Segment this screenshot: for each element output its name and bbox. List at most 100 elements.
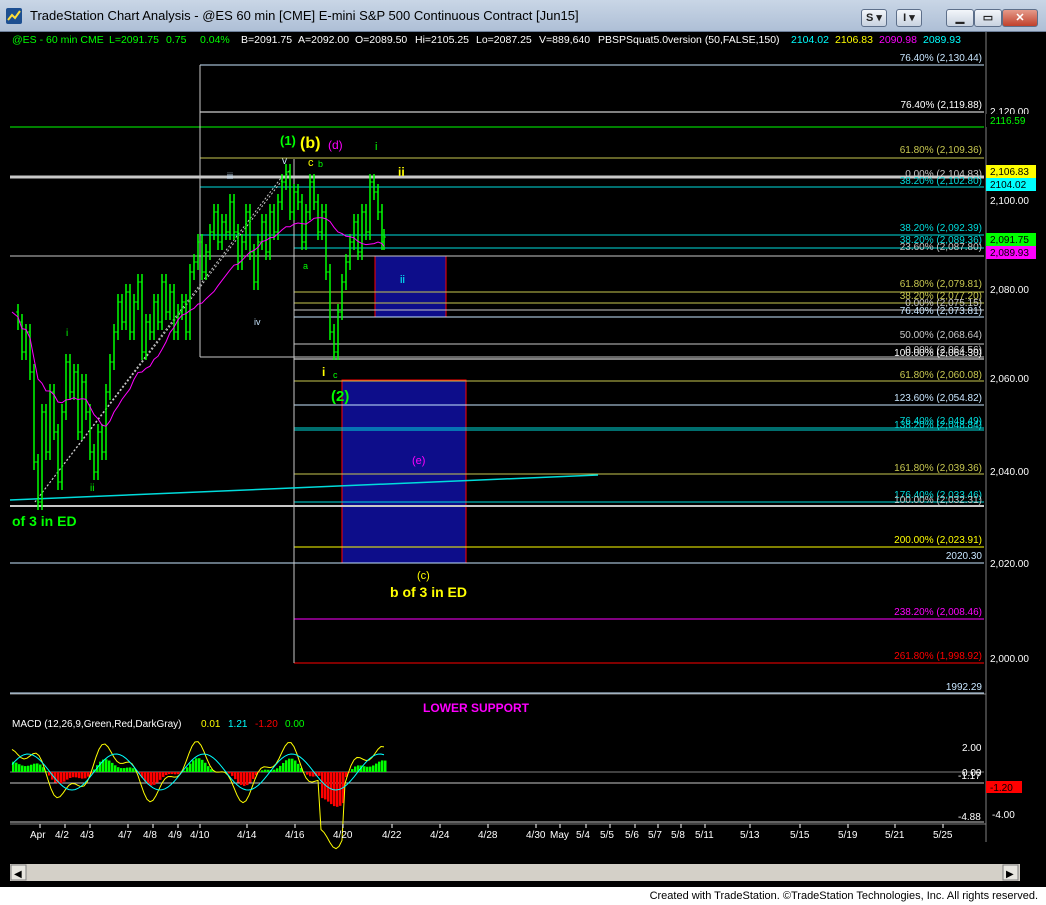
- fib-level-label: 38.20% (2,102.80): [900, 176, 982, 187]
- time-axis-label: 4/20: [333, 830, 353, 841]
- time-axis-label: 4/24: [430, 830, 450, 841]
- window-title: TradeStation Chart Analysis - @ES 60 min…: [30, 8, 579, 23]
- chart-area[interactable]: @ES - 60 min CME L=2091.75 0.75 0.04% B=…: [0, 32, 1046, 887]
- maximize-button[interactable]: ▭: [974, 9, 1002, 27]
- fib-level-label: 61.80% (2,109.36): [900, 145, 982, 156]
- macd-axis-label: 2.00: [962, 743, 982, 754]
- time-axis-label: 4/10: [190, 830, 210, 841]
- indicator-value-1: 2104.02: [791, 34, 829, 46]
- price-axis-label: 2,000.00: [990, 654, 1029, 665]
- wave-label: iv: [254, 317, 261, 327]
- dropdown-arrow-icon: ▾: [873, 12, 882, 24]
- chart-background: [0, 32, 1046, 887]
- blue-target-box-small[interactable]: [374, 255, 447, 318]
- fib-level-label: 76.40% (2,073.81): [900, 306, 982, 317]
- macd-value-3: -1.20: [255, 719, 278, 730]
- close-icon: ✕: [1015, 12, 1025, 24]
- scroll-right-icon: ▶: [1006, 869, 1014, 880]
- i-button[interactable]: I ▾: [896, 9, 922, 27]
- fib-level-label: 2020.30: [946, 551, 983, 562]
- price-axis-label: 2,080.00: [990, 285, 1029, 296]
- macd-value-1: 0.01: [201, 719, 221, 730]
- wave-label: b: [318, 159, 323, 169]
- wave-label: (d): [328, 138, 343, 152]
- wave-label: iii: [227, 171, 233, 181]
- macd-axis-label: -4.00: [992, 810, 1015, 821]
- header-open: O=2089.50: [355, 34, 407, 46]
- indicator-value-2: 2106.83: [835, 34, 873, 46]
- price-axis-label: 2,020.00: [990, 559, 1029, 570]
- time-axis-label: 4/8: [143, 830, 157, 841]
- indicator-value-4: 2089.93: [923, 34, 961, 46]
- wave-label: (e): [412, 455, 425, 467]
- wave-label: i: [66, 328, 68, 339]
- time-axis-label: 4/2: [55, 830, 69, 841]
- price-tag-2089: 2,089.93: [990, 248, 1029, 259]
- header-symbol: @ES - 60 min CME: [12, 34, 104, 46]
- fib-level-label: 76.40% (2,130.44): [900, 53, 982, 64]
- fib-level-label: 200.00% (2,023.91): [894, 535, 982, 546]
- fib-level-label: 76.40% (2,119.88): [900, 100, 982, 111]
- time-axis-label: 4/7: [118, 830, 132, 841]
- header-change: 0.75: [166, 34, 187, 46]
- dropdown-arrow-icon: ▾: [906, 12, 915, 24]
- header-volume: V=889,640: [539, 34, 590, 46]
- blue-target-box-large[interactable]: [341, 379, 467, 564]
- header-last: L=2091.75: [109, 34, 159, 46]
- minimize-icon: ▁: [955, 12, 965, 24]
- horizontal-scrollbar[interactable]: [10, 864, 1020, 881]
- macd-title: MACD (12,26,9,Green,Red,DarkGray): [12, 719, 182, 730]
- fib-level-label: 61.80% (2,079.81): [900, 279, 982, 290]
- wave-label: c: [308, 157, 314, 169]
- time-axis-label: 5/11: [695, 830, 714, 841]
- time-axis-label: 5/21: [885, 830, 905, 841]
- chart-canvas[interactable]: @ES - 60 min CME L=2091.75 0.75 0.04% B=…: [0, 32, 1046, 887]
- wave-label: (1): [280, 133, 296, 148]
- time-axis-label: 4/16: [285, 830, 305, 841]
- header-indicator: PBSPSquat5.0version (50,FALSE,150): [598, 34, 780, 46]
- price-axis-label: 2,040.00: [990, 467, 1029, 478]
- time-axis-label: 5/6: [625, 830, 639, 841]
- indicator-value-3: 2090.98: [879, 34, 917, 46]
- time-axis-label: 4/14: [237, 830, 257, 841]
- time-axis-label: 5/25: [933, 830, 953, 841]
- minimize-button[interactable]: ▁: [946, 9, 974, 27]
- macd-axis-label: -1.17: [958, 771, 981, 782]
- fib-level-label: 123.60% (2,054.82): [894, 393, 982, 404]
- wave-label: ii: [90, 483, 94, 494]
- fib-level-label: 23.60% (2,087.80): [900, 242, 982, 253]
- wave-label: ii: [398, 165, 405, 179]
- time-axis-label: 4/30: [526, 830, 546, 841]
- wave-label: c: [333, 370, 338, 380]
- wave-label: of 3 in ED: [12, 513, 77, 529]
- macd-axis-label: -4.88: [958, 812, 981, 823]
- close-button[interactable]: ✕: [1002, 9, 1038, 27]
- title-bar: TradeStation Chart Analysis - @ES 60 min…: [0, 0, 1046, 32]
- time-axis-label: 5/7: [648, 830, 662, 841]
- time-axis-label: 5/13: [740, 830, 760, 841]
- time-axis-label: Apr: [30, 830, 46, 841]
- macd-tag: -1.20: [990, 783, 1013, 794]
- fib-level-label: 50.00% (2,068.64): [900, 330, 982, 341]
- price-axis-label: 2,100.00: [990, 196, 1029, 207]
- s-button[interactable]: S ▾: [861, 9, 887, 27]
- macd-header: MACD (12,26,9,Green,Red,DarkGray) 0.01 1…: [12, 719, 305, 730]
- copyright-footer: Created with TradeStation. ©TradeStation…: [649, 890, 1038, 902]
- lower-support-label: LOWER SUPPORT: [423, 701, 530, 715]
- fib-level-label: 261.80% (1,998.92): [894, 651, 982, 662]
- time-axis-label: May: [550, 830, 569, 841]
- tradestation-app-icon: [6, 8, 22, 24]
- header-ask: A=2092.00: [298, 34, 349, 46]
- header-readout: @ES - 60 min CME L=2091.75 0.75 0.04% B=…: [12, 34, 961, 46]
- wave-label: b of 3 in ED: [390, 584, 467, 600]
- wave-label: (b): [300, 135, 320, 152]
- price-tag-2091: 2,091.75: [990, 235, 1029, 246]
- maximize-icon: ▭: [982, 12, 994, 24]
- fib-level-label: 100.00% (2,032.31): [894, 495, 982, 506]
- macd-value-4: 0.00: [285, 719, 305, 730]
- fib-level-label: 100.00% (2,064.30): [894, 348, 982, 359]
- time-axis-label: 4/22: [382, 830, 402, 841]
- time-axis-label: 4/9: [168, 830, 182, 841]
- fib-level-label: 238.20% (2,008.46): [894, 607, 982, 618]
- macd-value-2: 1.21: [228, 719, 248, 730]
